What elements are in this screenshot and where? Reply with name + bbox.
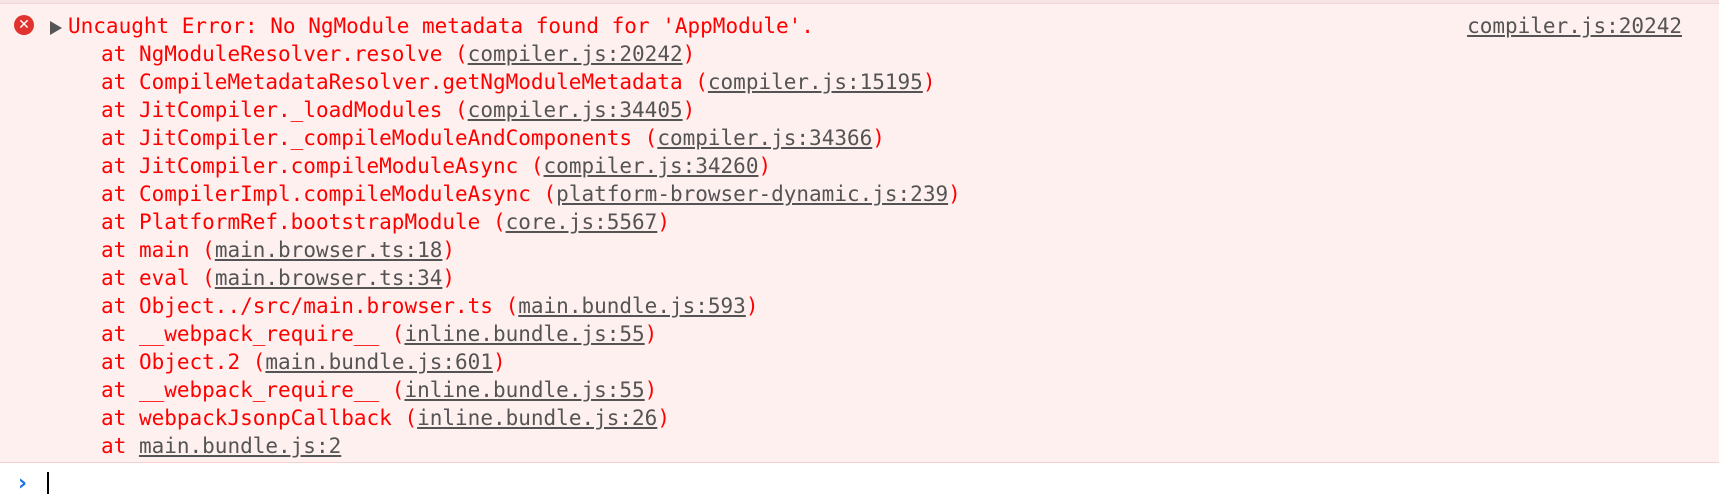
stack-frame: at main (main.browser.ts:18) — [101, 238, 456, 262]
stack-frame-source-link[interactable]: compiler.js:34366 — [657, 126, 872, 150]
stack-frame: at webpackJsonpCallback (inline.bundle.j… — [101, 406, 670, 430]
stack-frame: at CompilerImpl.compileModuleAsync (plat… — [101, 182, 961, 206]
stack-frame-function: JitCompiler._loadModules — [138, 98, 443, 122]
stack-frame-source-link[interactable]: inline.bundle.js:26 — [417, 406, 657, 430]
stack-frame-function: JitCompiler.compileModuleAsync — [138, 154, 519, 178]
stack-frame-function: __webpack_require__ — [138, 322, 380, 346]
stack-frame-prefix: at — [101, 406, 139, 430]
stack-frame-source-link[interactable]: main.bundle.js:2 — [139, 434, 341, 458]
stack-frame-source-link[interactable]: main.bundle.js:601 — [265, 350, 493, 374]
stack-frame-source-link[interactable]: main.bundle.js:593 — [518, 294, 746, 318]
stack-frame-prefix: at — [101, 350, 139, 374]
stack-frame: at JitCompiler._loadModules (compiler.js… — [101, 98, 696, 122]
stack-frame-prefix: at — [101, 238, 139, 262]
stack-frame-source-link[interactable]: core.js:5567 — [506, 210, 658, 234]
stack-frame: at __webpack_require__ (inline.bundle.js… — [101, 322, 658, 346]
stack-frame-prefix: at — [101, 42, 139, 66]
stack-frame-source-link[interactable]: main.browser.ts:34 — [215, 266, 443, 290]
stack-frame-prefix: at — [101, 378, 139, 402]
stack-frame-source-link[interactable]: platform-browser-dynamic.js:239 — [556, 182, 948, 206]
stack-frame-source-link[interactable]: inline.bundle.js:55 — [404, 322, 644, 346]
expand-triangle-icon[interactable] — [50, 21, 62, 35]
prompt-chevron-icon: › — [18, 471, 28, 496]
stack-frame-prefix: at — [101, 434, 139, 458]
stack-frame-function: Object../src/main.browser.ts — [138, 294, 493, 318]
stack-frame-function: PlatformRef.bootstrapModule — [138, 210, 481, 234]
stack-frame-function: CompilerImpl.compileModuleAsync — [138, 182, 531, 206]
stack-frame: at main.bundle.js:2 — [101, 432, 961, 460]
stack-frame: at __webpack_require__ (inline.bundle.js… — [101, 378, 658, 402]
stack-frame-function: JitCompiler._compileModuleAndComponents — [138, 126, 633, 150]
stack-frame: at JitCompiler.compileModuleAsync (compi… — [101, 154, 772, 178]
stack-frame-prefix: at — [101, 126, 139, 150]
stack-frame-function: main — [138, 238, 190, 262]
stack-frame-prefix: at — [101, 154, 139, 178]
error-circle-icon: ✕ — [14, 15, 34, 35]
stack-frame-prefix: at — [101, 294, 139, 318]
stack-frame-function: webpackJsonpCallback — [138, 406, 392, 430]
stack-frame: at eval (main.browser.ts:34) — [101, 266, 456, 290]
stack-frame-function: CompileMetadataResolver.getNgModuleMetad… — [138, 70, 683, 94]
stack-frame-function: NgModuleResolver.resolve — [138, 42, 443, 66]
stack-frame-source-link[interactable]: main.browser.ts:18 — [215, 238, 443, 262]
stack-frame-prefix: at — [101, 210, 139, 234]
stack-frame-prefix: at — [101, 98, 139, 122]
stack-frame-prefix: at — [101, 70, 139, 94]
stack-frame: at NgModuleResolver.resolve (compiler.js… — [101, 42, 696, 66]
stack-frame: at JitCompiler._compileModuleAndComponen… — [101, 126, 885, 150]
console-prompt[interactable]: › — [0, 464, 1719, 504]
stack-frame-source-link[interactable]: compiler.js:15195 — [708, 70, 923, 94]
stack-frame-source-link[interactable]: compiler.js:34260 — [544, 154, 759, 178]
stack-frame: at CompileMetadataResolver.getNgModuleMe… — [101, 70, 936, 94]
stack-frame-prefix: at — [101, 322, 139, 346]
console-input[interactable] — [44, 468, 1694, 498]
stack-frame-prefix: at — [101, 182, 139, 206]
text-cursor — [47, 472, 49, 494]
stack-frame: at PlatformRef.bootstrapModule (core.js:… — [101, 210, 670, 234]
error-message-text: Uncaught Error: No NgModule metadata fou… — [68, 14, 814, 38]
error-message-block: ✕ Uncaught Error: No NgModule metadata f… — [0, 4, 1719, 463]
error-source-link[interactable]: compiler.js:20242 — [1467, 12, 1682, 40]
stack-frame-function: eval — [138, 266, 190, 290]
stack-frame: at Object.2 (main.bundle.js:601) — [101, 350, 506, 374]
stack-frame-source-link[interactable]: compiler.js:20242 — [468, 42, 683, 66]
devtools-console: ✕ Uncaught Error: No NgModule metadata f… — [0, 0, 1719, 504]
stack-frame-function: __webpack_require__ — [138, 378, 380, 402]
stack-trace: at NgModuleResolver.resolve (compiler.js… — [101, 40, 961, 460]
stack-frame: at Object../src/main.browser.ts (main.bu… — [101, 294, 759, 318]
stack-frame-prefix: at — [101, 266, 139, 290]
stack-frame-function: Object.2 — [138, 350, 241, 374]
stack-frame-source-link[interactable]: inline.bundle.js:55 — [404, 378, 644, 402]
stack-frame-source-link[interactable]: compiler.js:34405 — [468, 98, 683, 122]
